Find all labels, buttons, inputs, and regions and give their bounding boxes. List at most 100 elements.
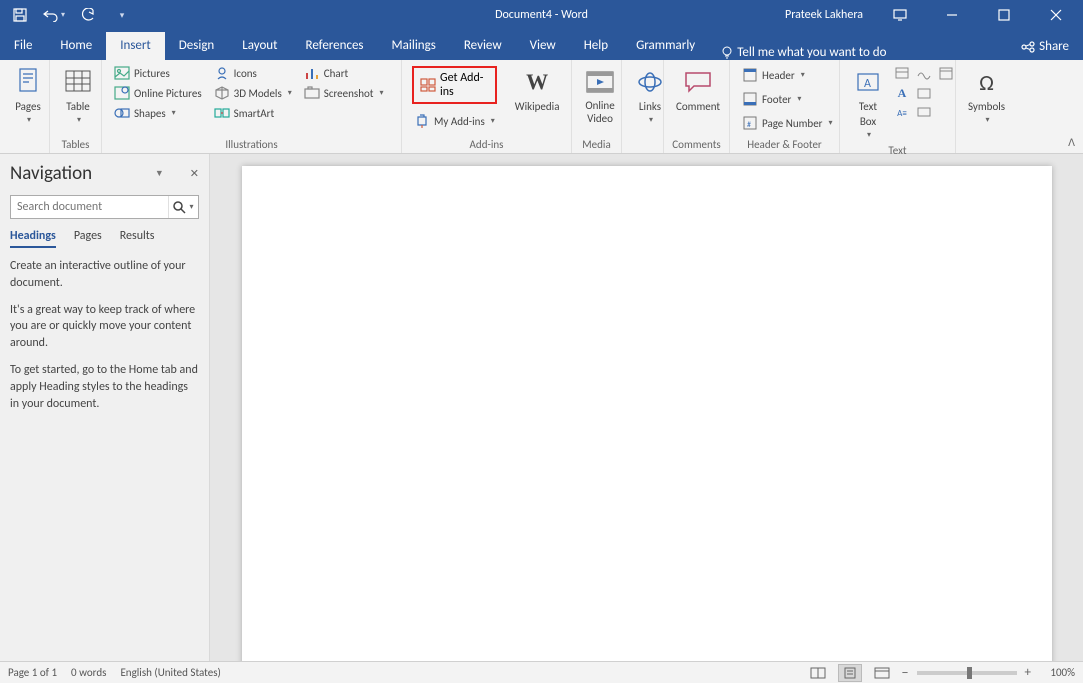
share-button[interactable]: Share — [1007, 33, 1083, 60]
zoom-value[interactable]: 100% — [1039, 666, 1075, 679]
nav-hint-3: To get started, go to the Home tab and a… — [10, 362, 199, 412]
3d-models-button[interactable]: 3D Models ▾ — [212, 84, 294, 102]
close-icon[interactable] — [1033, 0, 1079, 30]
save-icon[interactable] — [8, 3, 32, 27]
status-page[interactable]: Page 1 of 1 — [8, 666, 57, 679]
screenshot-icon — [304, 85, 320, 101]
smartart-icon — [214, 105, 230, 121]
status-words[interactable]: 0 words — [71, 666, 106, 679]
collapse-ribbon-icon[interactable]: ᐱ — [1068, 136, 1075, 149]
search-icon — [173, 201, 186, 214]
pictures-icon — [114, 65, 130, 81]
wikipedia-button[interactable]: W Wikipedia — [509, 62, 566, 117]
textbox-button[interactable]: A TextBox▾ — [846, 62, 890, 144]
comment-icon — [682, 66, 714, 98]
status-language[interactable]: English (United States) — [120, 666, 220, 679]
group-label-media: Media — [578, 138, 615, 153]
online-pictures-button[interactable]: Online Pictures — [112, 84, 204, 102]
header-icon — [742, 67, 758, 83]
get-addins-button[interactable]: Get Add-ins — [412, 66, 497, 104]
tab-view[interactable]: View — [516, 32, 570, 60]
menubar: File Home Insert Design Layout Reference… — [0, 30, 1083, 60]
online-video-button[interactable]: Online Video — [578, 62, 622, 128]
signature-button[interactable] — [914, 64, 934, 82]
smartart-button[interactable]: SmartArt — [212, 104, 294, 122]
tab-design[interactable]: Design — [165, 32, 228, 60]
video-label-1: Online — [585, 100, 614, 111]
tab-home[interactable]: Home — [46, 32, 106, 60]
nav-hint-2: It's a great way to keep track of where … — [10, 302, 199, 352]
tab-references[interactable]: References — [292, 32, 378, 60]
nav-search: ▾ — [10, 195, 199, 219]
icons-icon — [214, 65, 230, 81]
get-addins-label: Get Add-ins — [440, 71, 489, 99]
wikipedia-icon: W — [521, 66, 553, 98]
my-addins-button[interactable]: My Add-ins ▾ — [412, 112, 497, 130]
user-name[interactable]: Prateek Lakhera — [785, 8, 863, 22]
video-icon — [584, 66, 616, 98]
tab-insert[interactable]: Insert — [106, 32, 165, 60]
zoom-out-icon[interactable]: − — [902, 664, 909, 681]
nav-tab-headings[interactable]: Headings — [10, 229, 56, 248]
tab-file[interactable]: File — [0, 32, 46, 60]
date-time-button[interactable] — [936, 64, 956, 82]
header-button[interactable]: Header▾ — [740, 66, 835, 84]
tell-me[interactable]: Tell me what you want to do — [721, 45, 886, 60]
ribbon-display-icon[interactable] — [877, 0, 923, 30]
store-icon — [420, 78, 436, 92]
search-button[interactable]: ▾ — [168, 196, 198, 218]
undo-icon[interactable]: ▾ — [42, 3, 66, 27]
chart-button[interactable]: Chart — [302, 64, 386, 82]
footer-button[interactable]: Footer▾ — [740, 90, 835, 108]
redo-icon[interactable] — [76, 3, 100, 27]
group-label-pages — [6, 138, 43, 153]
comment-button[interactable]: Comment — [670, 62, 726, 117]
wordart-button[interactable]: A — [892, 84, 912, 102]
window-title: Document4 - Word — [495, 8, 588, 22]
nav-tab-results[interactable]: Results — [120, 229, 155, 248]
object-button[interactable] — [914, 84, 934, 102]
footer-icon — [742, 91, 758, 107]
zoom-slider[interactable] — [917, 671, 1017, 675]
maximize-icon[interactable] — [981, 0, 1027, 30]
lightbulb-icon — [721, 46, 733, 60]
nav-dropdown-icon[interactable]: ▼ — [155, 168, 164, 179]
navigation-pane: Navigation ▼ ✕ ▾ Headings Pages Results … — [0, 154, 210, 661]
group-label-illustrations: Illustrations — [108, 138, 395, 153]
chart-icon — [304, 65, 320, 81]
group-label-comments: Comments — [670, 138, 723, 153]
tab-mailings[interactable]: Mailings — [378, 32, 450, 60]
nav-close-icon[interactable]: ✕ — [190, 167, 199, 180]
share-icon — [1021, 41, 1035, 53]
web-layout-icon[interactable] — [870, 664, 894, 682]
shapes-icon — [114, 105, 130, 121]
tell-me-label: Tell me what you want to do — [737, 45, 886, 60]
pictures-button[interactable]: Pictures — [112, 64, 204, 82]
tab-help[interactable]: Help — [570, 32, 622, 60]
search-input[interactable] — [11, 196, 168, 218]
table-button[interactable]: Table ▾ — [56, 62, 100, 129]
nav-tab-pages[interactable]: Pages — [74, 229, 102, 248]
page-canvas[interactable] — [242, 166, 1052, 661]
screenshot-button[interactable]: Screenshot▾ — [302, 84, 386, 102]
icons-button[interactable]: Icons — [212, 64, 294, 82]
dropcap-button[interactable]: A≡ — [892, 104, 912, 122]
minimize-icon[interactable] — [929, 0, 975, 30]
document-area[interactable] — [210, 154, 1083, 661]
tab-review[interactable]: Review — [450, 32, 516, 60]
read-mode-icon[interactable] — [806, 664, 830, 682]
symbols-button[interactable]: Ω Symbols ▾ — [962, 62, 1011, 129]
shapes-button[interactable]: Shapes▾ — [112, 104, 204, 122]
print-layout-icon[interactable] — [838, 664, 862, 682]
pages-button[interactable]: Pages ▾ — [6, 62, 50, 129]
zoom-in-icon[interactable]: + — [1025, 665, 1031, 680]
quick-parts-button[interactable] — [892, 64, 912, 82]
object-dropdown[interactable] — [914, 104, 934, 122]
tab-layout[interactable]: Layout — [228, 32, 291, 60]
tab-grammarly[interactable]: Grammarly — [622, 32, 709, 60]
qat-customize-icon[interactable]: ▾ — [110, 3, 134, 27]
page-number-button[interactable]: #Page Number▾ — [740, 114, 835, 132]
page-number-icon: # — [742, 115, 758, 131]
video-label-2: Video — [587, 113, 613, 124]
svg-text:A: A — [864, 77, 871, 91]
